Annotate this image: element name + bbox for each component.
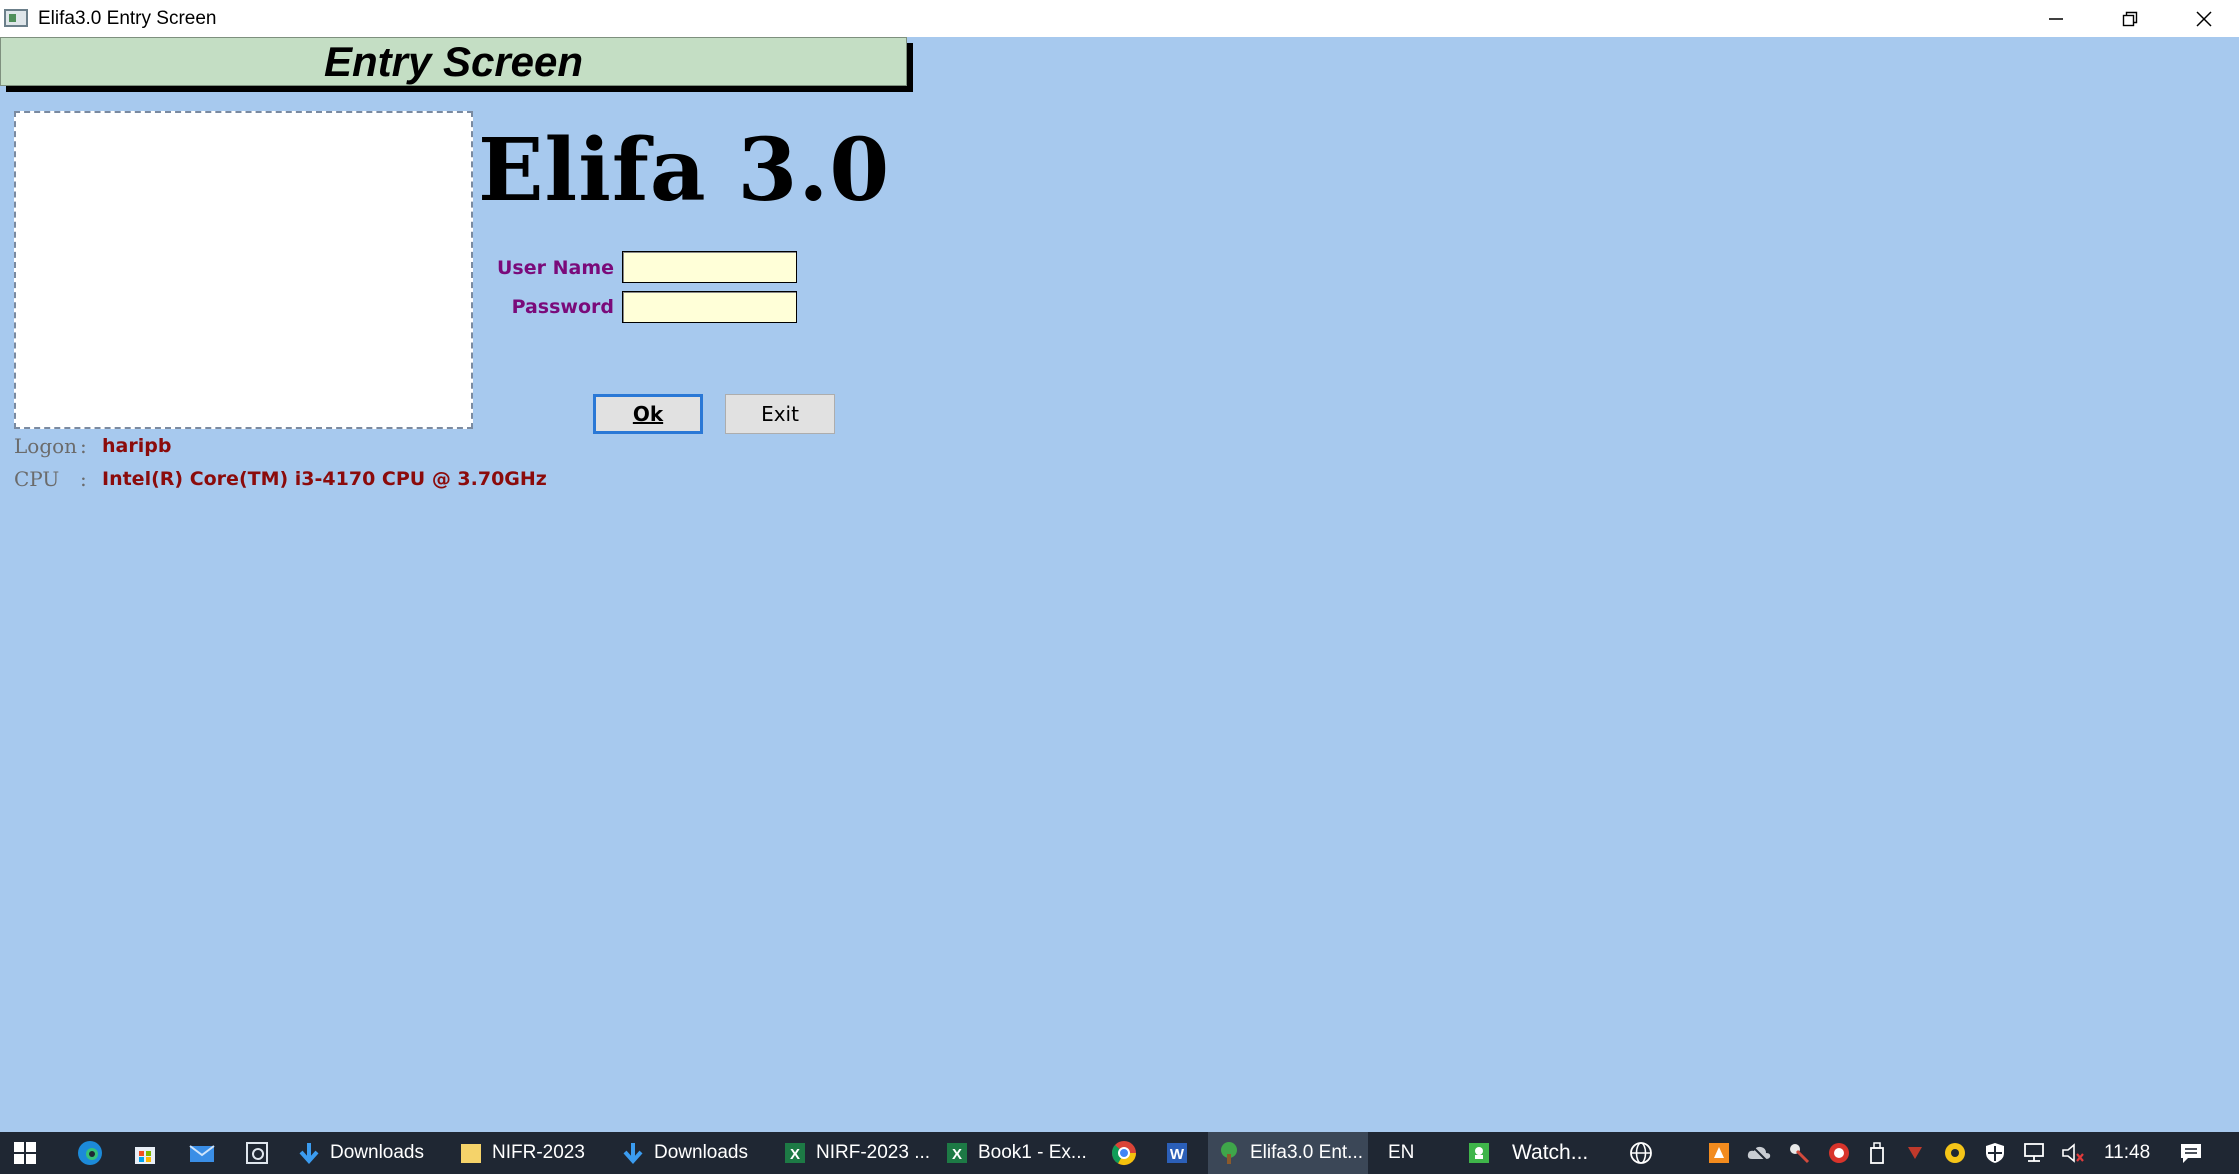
taskbar: Downloads NIFR-2023 Downloads X NIRF-202… (0, 1132, 2239, 1174)
window-titlebar: Elifa3.0 Entry Screen (0, 0, 2239, 37)
logon-value: haripb (102, 435, 172, 457)
tray-arrow-icon[interactable] (1902, 1140, 1928, 1166)
cpu-separator: : (80, 467, 87, 491)
watch-app-icon (1469, 1143, 1489, 1163)
picture-box (14, 111, 473, 429)
notifications-icon[interactable] (2178, 1140, 2204, 1166)
shield-icon[interactable] (1982, 1140, 2008, 1166)
settings-app-icon (246, 1142, 268, 1164)
network-icon[interactable] (2022, 1140, 2048, 1166)
clock[interactable]: 11:48 (2104, 1132, 2150, 1174)
taskbar-label: Book1 - Ex... (978, 1142, 1087, 1163)
elifa-tree-icon (1221, 1142, 1237, 1164)
app-window-icon (4, 9, 28, 27)
excel-icon: X (947, 1143, 967, 1163)
taskbar-label: Elifa3.0 Ent... (1250, 1142, 1364, 1163)
start-button[interactable] (12, 1132, 38, 1174)
taskbar-label: Downloads (330, 1142, 424, 1163)
exit-button-label: Exit (761, 402, 799, 426)
minimize-icon (2049, 17, 2063, 20)
usb-drive-icon[interactable] (1864, 1140, 1890, 1166)
store-icon (135, 1147, 155, 1164)
password-label: Password (511, 296, 614, 318)
exit-button[interactable]: Exit (725, 394, 835, 434)
logon-key: Logon (14, 434, 78, 458)
taskbar-word[interactable]: W (1164, 1132, 1190, 1174)
cpu-value: Intel(R) Core(TM) i3-4170 CPU @ 3.70GHz (102, 468, 547, 490)
chrome-icon (1112, 1141, 1136, 1166)
download-arrow-icon (623, 1143, 643, 1165)
cloud-offline-icon[interactable] (1746, 1140, 1772, 1166)
taskbar-item-nirf-excel[interactable]: X NIRF-2023 ... (782, 1132, 930, 1174)
username-label: User Name (496, 257, 614, 279)
word-icon: W (1167, 1143, 1187, 1163)
ok-button[interactable]: Ok (593, 394, 703, 434)
taskbar-item-watch[interactable]: Watch... (1466, 1132, 1588, 1174)
restore-button[interactable] (2093, 0, 2167, 37)
logon-separator: : (80, 434, 87, 458)
password-input[interactable] (622, 291, 797, 323)
mail-icon (189, 1145, 215, 1162)
cpu-key: CPU (14, 467, 60, 491)
taskbar-edge[interactable] (76, 1132, 104, 1174)
app-name: Elifa 3.0 (478, 120, 891, 221)
taskbar-item-book1-excel[interactable]: X Book1 - Ex... (944, 1132, 1087, 1174)
taskbar-label: Downloads (654, 1142, 748, 1163)
restore-icon (2122, 11, 2138, 26)
volume-muted-icon[interactable] (2060, 1140, 2086, 1166)
svg-text:W: W (1170, 1146, 1185, 1163)
taskbar-app[interactable] (244, 1132, 270, 1174)
clock-time: 11:48 (2104, 1142, 2151, 1163)
header-title: Entry Screen (323, 37, 584, 85)
header-band: Entry Screen (0, 37, 913, 92)
taskbar-item-elifa[interactable]: Elifa3.0 Ent... (1208, 1132, 1368, 1174)
globe-icon[interactable] (1628, 1140, 1654, 1166)
tray-app-orange-icon[interactable] (1706, 1140, 1732, 1166)
taskbar-item-downloads-2[interactable]: Downloads (620, 1132, 748, 1174)
svg-text:X: X (790, 1146, 800, 1163)
username-input[interactable] (622, 251, 797, 283)
excel-icon: X (785, 1143, 805, 1163)
language-indicator[interactable]: EN (1388, 1132, 1414, 1174)
language-label: EN (1388, 1142, 1415, 1163)
minimize-button[interactable] (2019, 0, 2093, 37)
taskbar-item-downloads-1[interactable]: Downloads (296, 1132, 424, 1174)
window-title: Elifa3.0 Entry Screen (38, 8, 217, 29)
tray-antivirus-icon[interactable] (1826, 1140, 1852, 1166)
folder-icon (461, 1144, 481, 1163)
taskbar-store[interactable] (132, 1132, 158, 1174)
close-icon (2196, 10, 2212, 27)
close-button[interactable] (2167, 0, 2239, 37)
taskbar-item-nifr[interactable]: NIFR-2023 (458, 1132, 585, 1174)
download-arrow-icon (299, 1143, 319, 1165)
taskbar-label: NIFR-2023 (492, 1142, 585, 1163)
tray-tool-icon[interactable] (1786, 1140, 1812, 1166)
taskbar-chrome[interactable] (1110, 1132, 1138, 1174)
ok-button-label: Ok (632, 402, 664, 426)
windows-logo-icon (14, 1142, 36, 1164)
tray-disc-icon[interactable] (1942, 1140, 1968, 1166)
svg-text:X: X (952, 1146, 962, 1163)
header-face: Entry Screen (0, 37, 907, 86)
taskbar-label: NIRF-2023 ... (816, 1142, 931, 1163)
taskbar-label: Watch... (1512, 1141, 1589, 1164)
edge-browser-icon (78, 1141, 102, 1165)
taskbar-mail[interactable] (188, 1132, 216, 1174)
